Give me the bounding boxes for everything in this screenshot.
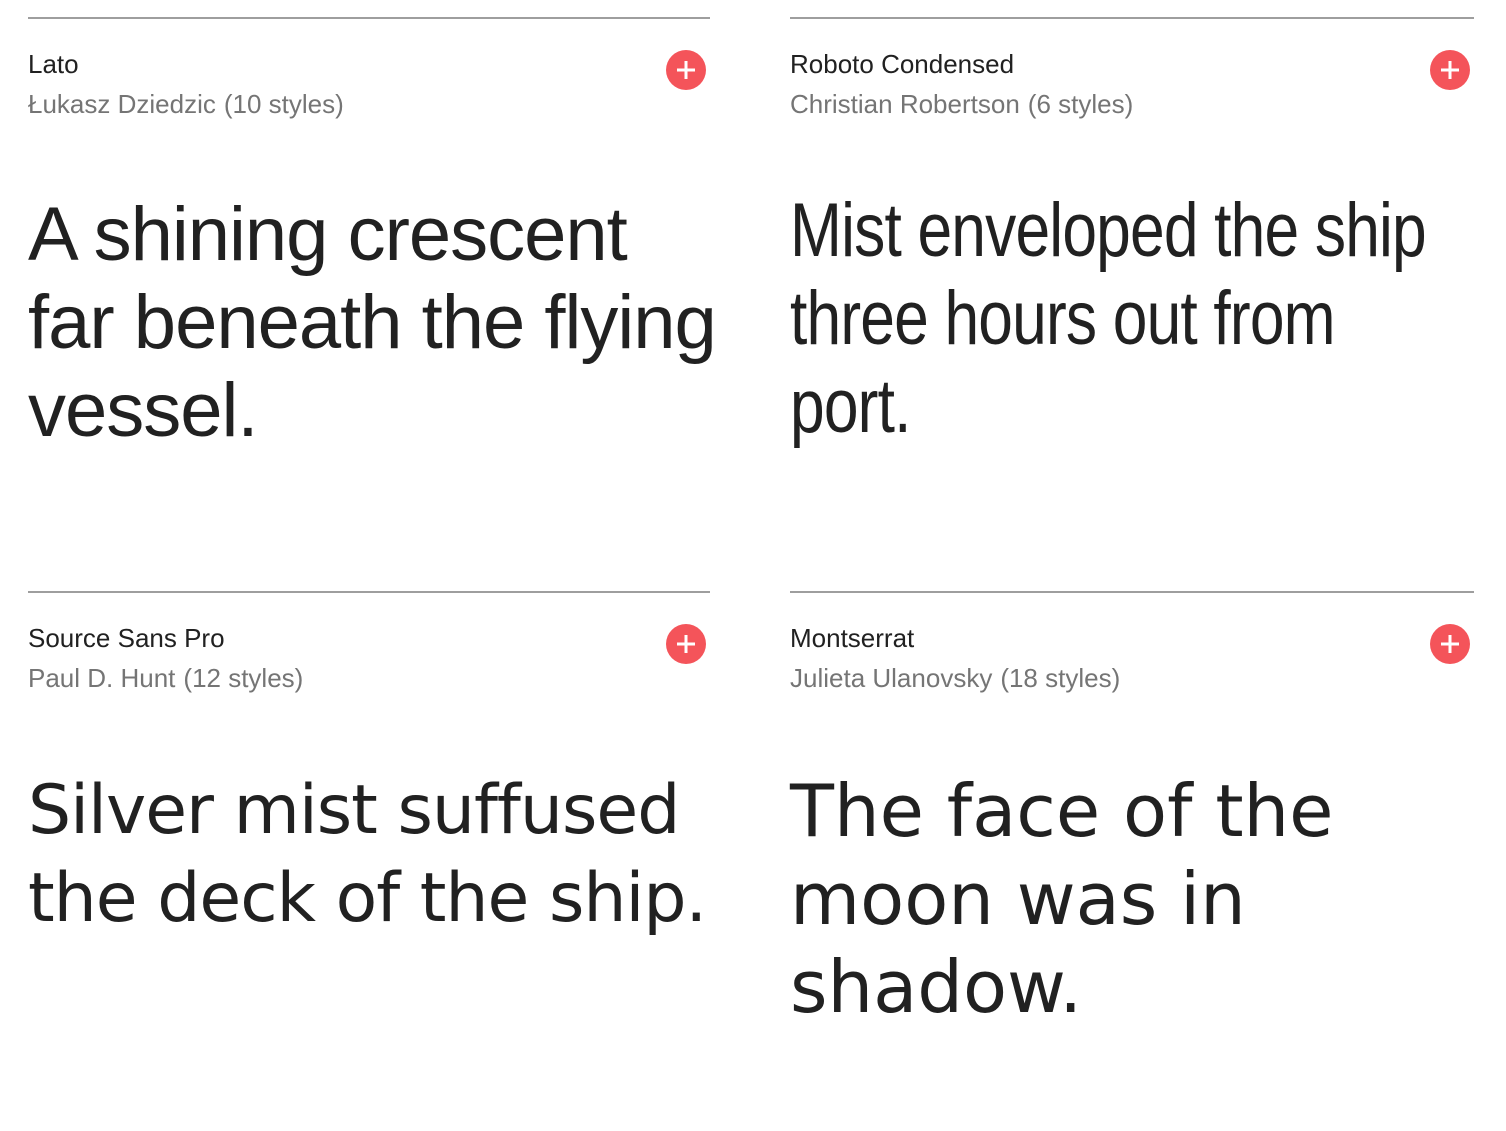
add-font-button[interactable]	[666, 624, 706, 664]
font-designer: Christian Robertson	[790, 89, 1020, 119]
font-style-count: (18 styles)	[1000, 663, 1121, 693]
font-style-count: (10 styles)	[223, 89, 344, 119]
font-meta: Christian Robertson (6 styles)	[790, 89, 1133, 120]
font-name[interactable]: Source Sans Pro	[28, 623, 225, 654]
font-card-source-sans-pro: Source Sans Pro Paul D. Hunt (12 styles) …	[28, 591, 710, 1131]
font-sample-text: Silver mist suffused the deck of the shi…	[28, 771, 707, 938]
font-card-roboto-condensed: Roboto Condensed Christian Robertson (6 s…	[790, 17, 1474, 557]
font-sample-text: The face of the moon was in shadow.	[790, 769, 1334, 1029]
font-meta: Julieta Ulanovsky (18 styles)	[790, 663, 1120, 694]
add-font-button[interactable]	[1430, 624, 1470, 664]
add-font-button[interactable]	[1430, 50, 1470, 90]
plus-icon	[677, 635, 695, 653]
font-name[interactable]: Roboto Condensed	[790, 49, 1014, 80]
font-sample-text: Mist enveloped the ship three hours out …	[790, 188, 1427, 449]
font-sample-text: A shining crescent far beneath the flyin…	[28, 192, 717, 453]
font-designer: Paul D. Hunt	[28, 663, 176, 693]
font-style-count: (6 styles)	[1027, 89, 1134, 119]
font-name[interactable]: Montserrat	[790, 623, 914, 654]
font-meta: Łukasz Dziedzic (10 styles)	[28, 89, 344, 120]
font-designer: Julieta Ulanovsky	[790, 663, 993, 693]
plus-icon	[1441, 635, 1459, 653]
font-card-lato: Lato Łukasz Dziedzic (10 styles) A shinin…	[28, 17, 717, 557]
font-meta: Paul D. Hunt (12 styles)	[28, 663, 303, 694]
font-card-montserrat: Montserrat Julieta Ulanovsky (18 styles) …	[790, 591, 1474, 1131]
font-name[interactable]: Lato	[28, 49, 79, 80]
font-designer: Łukasz Dziedzic	[28, 89, 216, 119]
font-style-count: (12 styles)	[183, 663, 304, 693]
plus-icon	[677, 61, 695, 79]
plus-icon	[1441, 61, 1459, 79]
add-font-button[interactable]	[666, 50, 706, 90]
